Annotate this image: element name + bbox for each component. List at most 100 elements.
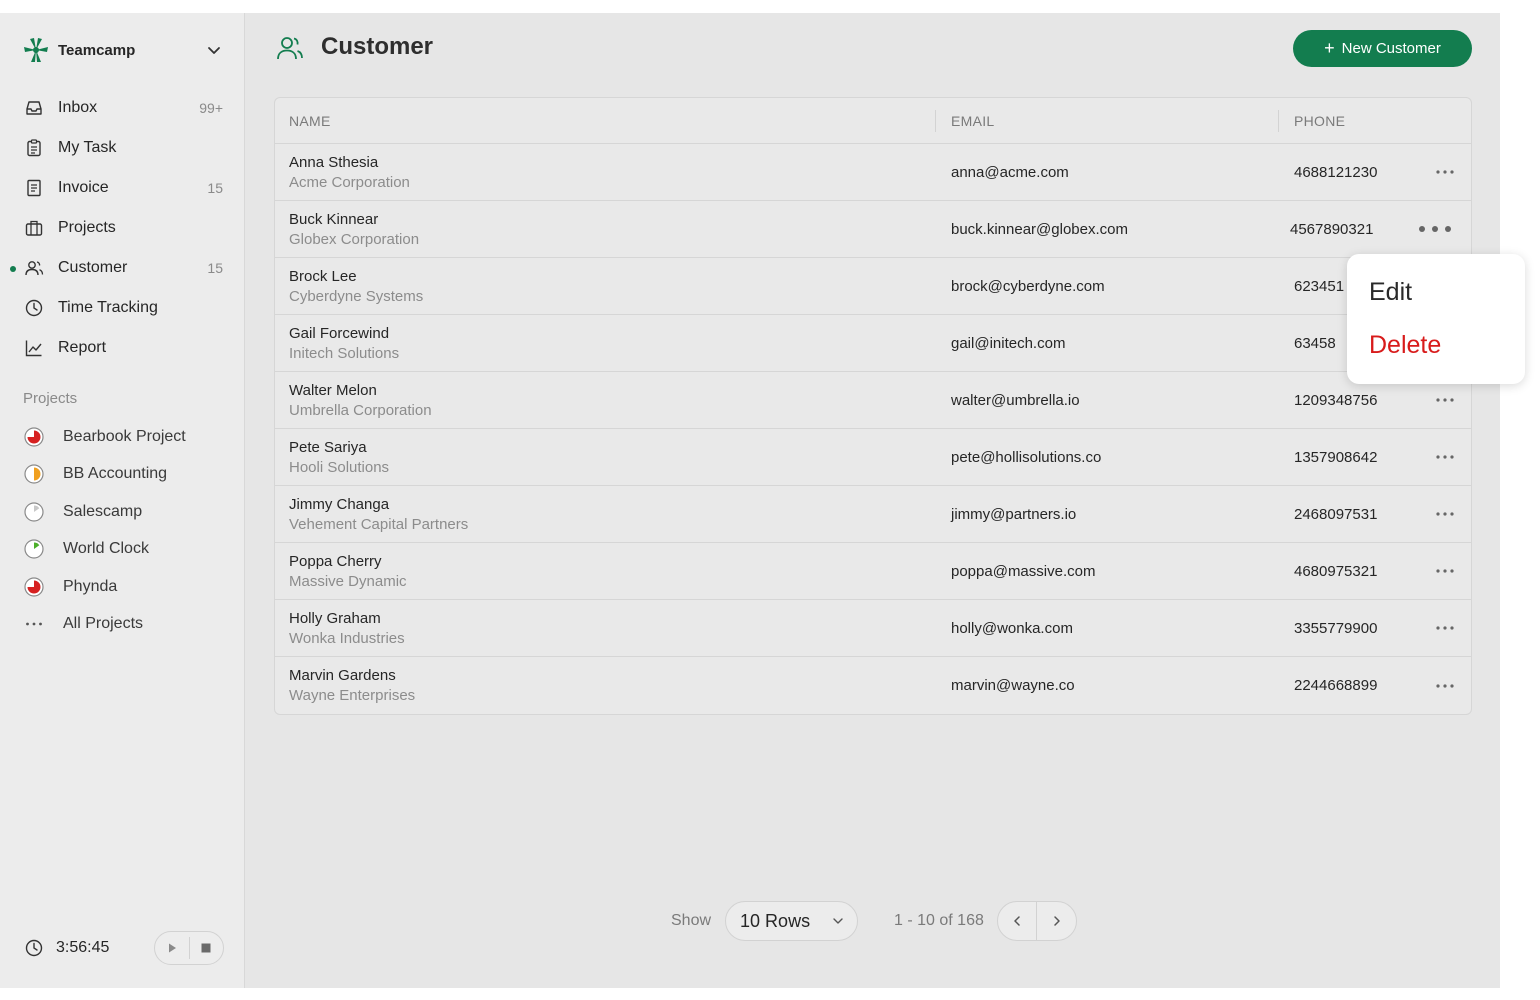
clock-icon xyxy=(24,298,44,318)
customer-name: Holly Graham xyxy=(289,609,381,627)
project-item-bearbook[interactable]: Bearbook Project xyxy=(0,418,245,456)
chevron-down-icon xyxy=(833,918,843,924)
table-row[interactable]: Brock Lee Cyberdyne Systems brock@cyberdyn… xyxy=(275,258,1471,315)
sidebar-item-count: 99+ xyxy=(199,100,223,116)
more-horizontal-icon xyxy=(1435,626,1454,630)
project-label: World Clock xyxy=(63,540,149,558)
table-row[interactable]: Poppa Cherry Massive Dynamic poppa@massive… xyxy=(275,543,1471,600)
project-item-salescamp[interactable]: Salescamp xyxy=(0,493,245,531)
project-label: All Projects xyxy=(63,615,144,633)
project-list: Bearbook Project BB Accounting Salescamp… xyxy=(0,418,245,643)
row-actions-button[interactable] xyxy=(1418,429,1471,485)
table-row[interactable]: Marvin Gardens Wayne Enterprises marvin@wa… xyxy=(275,657,1471,714)
play-icon xyxy=(168,943,176,953)
project-progress-icon xyxy=(24,427,44,447)
table-row[interactable]: Holly Graham Wonka Industries holly@wonka.… xyxy=(275,600,1471,657)
invoice-icon xyxy=(24,178,44,198)
chevron-down-icon xyxy=(208,47,220,54)
customer-company: Vehement Capital Partners xyxy=(289,515,469,533)
active-indicator xyxy=(10,266,16,272)
table-row[interactable]: Jimmy Changa Vehement Capital Partners jim… xyxy=(275,486,1471,543)
sidebar-item-label: My Task xyxy=(58,139,117,156)
customer-name: Pete Sariya xyxy=(289,438,367,456)
table-row[interactable]: Buck Kinnear Globex Corporation buck.kinne… xyxy=(275,201,1471,258)
customer-email: gail@initech.com xyxy=(951,334,1066,352)
customer-name-cell: Anna Sthesia Acme Corporation xyxy=(275,154,935,191)
customer-email: marvin@wayne.co xyxy=(951,677,1075,694)
customer-email: holly@wonka.com xyxy=(951,619,1073,637)
customer-name-cell: Holly Graham Wonka Industries xyxy=(275,610,935,647)
project-item-bb-accounting[interactable]: BB Accounting xyxy=(0,456,245,494)
row-actions-button[interactable] xyxy=(1418,657,1471,714)
customer-company: Globex Corporation xyxy=(289,230,420,248)
sidebar-item-label: Inbox xyxy=(58,99,98,116)
sidebar-item-label: Time Tracking xyxy=(58,299,158,316)
all-projects-link[interactable]: All Projects xyxy=(0,606,245,644)
project-label: Salescamp xyxy=(63,502,143,520)
customer-name-cell: Brock Lee Cyberdyne Systems xyxy=(275,268,935,305)
more-horizontal-icon xyxy=(1418,226,1451,232)
project-progress-icon xyxy=(24,577,44,597)
customer-phone: 1209348756 xyxy=(1294,391,1378,409)
customer-email: poppa@massive.com xyxy=(951,562,1096,580)
project-item-phynda[interactable]: Phynda xyxy=(0,568,245,606)
row-actions-button[interactable] xyxy=(1418,144,1471,200)
customer-table: NAME EMAIL PHONE Anna Sthesia Acme Corpor… xyxy=(274,97,1472,715)
column-header-email[interactable]: EMAIL xyxy=(935,109,1278,132)
time-tracker: 3:56:45 xyxy=(24,931,224,965)
play-button[interactable] xyxy=(155,932,189,964)
column-header-phone[interactable]: PHONE xyxy=(1278,109,1471,132)
clipboard-icon xyxy=(24,138,44,158)
sidebar-item-label: Invoice xyxy=(58,179,109,196)
customer-phone: 4567890321 xyxy=(1290,220,1374,238)
project-progress-icon xyxy=(24,539,44,559)
customer-name: Jimmy Changa xyxy=(289,495,390,513)
stop-icon xyxy=(201,943,211,953)
table-row[interactable]: Walter Melon Umbrella Corporation walter@u… xyxy=(275,372,1471,429)
timer-controls xyxy=(154,931,224,965)
row-actions-button[interactable] xyxy=(1418,600,1471,656)
next-page-button[interactable] xyxy=(1037,902,1076,940)
more-horizontal-icon xyxy=(1435,170,1454,174)
edit-menu-item[interactable]: Edit xyxy=(1369,278,1412,307)
customer-name-cell: Buck Kinnear Globex Corporation xyxy=(275,211,935,248)
users-icon xyxy=(277,37,303,60)
more-dots-icon xyxy=(24,614,44,634)
delete-menu-item[interactable]: Delete xyxy=(1369,331,1441,360)
new-customer-button[interactable]: + New Customer xyxy=(1293,30,1472,67)
sidebar-item-projects[interactable]: Projects xyxy=(0,208,245,248)
project-label: Bearbook Project xyxy=(63,427,186,445)
rows-per-page-select[interactable]: 10 Rows xyxy=(725,901,859,941)
workspace-switcher[interactable]: Teamcamp xyxy=(22,37,222,63)
customer-company: Umbrella Corporation xyxy=(289,401,432,419)
stop-button[interactable] xyxy=(190,932,224,964)
customer-company: Cyberdyne Systems xyxy=(289,287,424,305)
table-row[interactable]: Anna Sthesia Acme Corporation anna@acme.co… xyxy=(275,144,1471,201)
row-actions-button[interactable] xyxy=(1418,201,1471,257)
row-actions-button[interactable] xyxy=(1418,486,1471,542)
pagination: Show 10 Rows 1 - 10 of 168 xyxy=(671,901,1077,941)
sidebar-item-count: 15 xyxy=(207,180,223,196)
customer-name: Poppa Cherry xyxy=(289,552,382,570)
sidebar-item-label: Customer xyxy=(58,259,128,276)
prev-page-button[interactable] xyxy=(998,902,1037,940)
briefcase-icon xyxy=(24,218,44,238)
project-label: Phynda xyxy=(63,577,118,595)
table-row[interactable]: Pete Sariya Hooli Solutions pete@hollisolu… xyxy=(275,429,1471,486)
table-row[interactable]: Gail Forcewind Initech Solutions gail@init… xyxy=(275,315,1471,372)
sidebar-item-time-tracking[interactable]: Time Tracking xyxy=(0,288,245,328)
column-header-name[interactable]: NAME xyxy=(275,113,935,129)
customer-name: Buck Kinnear xyxy=(289,210,379,228)
main-nav: Inbox 99+ My Task Invoice 15 Projects Cu… xyxy=(0,88,245,368)
sidebar: Teamcamp Inbox 99+ My Task Invoice 15 Pr xyxy=(0,13,245,988)
chevron-right-icon xyxy=(1053,916,1060,926)
project-label: BB Accounting xyxy=(63,465,168,483)
sidebar-item-invoice[interactable]: Invoice 15 xyxy=(0,168,245,208)
sidebar-item-inbox[interactable]: Inbox 99+ xyxy=(0,88,245,128)
project-item-world-clock[interactable]: World Clock xyxy=(0,531,245,569)
sidebar-item-my-task[interactable]: My Task xyxy=(0,128,245,168)
row-actions-button[interactable] xyxy=(1418,543,1471,599)
teamcamp-logo-icon xyxy=(24,38,48,62)
sidebar-item-report[interactable]: Report xyxy=(0,328,245,368)
sidebar-item-customer[interactable]: Customer 15 xyxy=(0,248,245,288)
